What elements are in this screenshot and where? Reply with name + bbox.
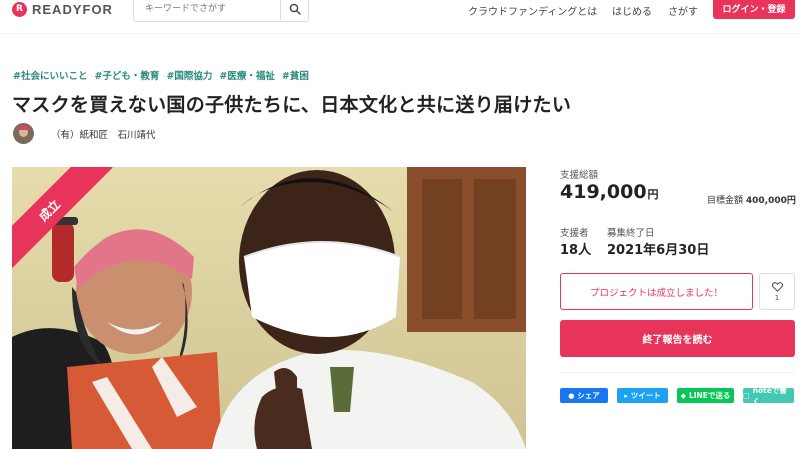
tag-children-education[interactable]: #子ども・教育	[94, 68, 159, 82]
success-ribbon-label: 成立	[12, 167, 113, 274]
share-note-button[interactable]: ▢ noteで書く	[743, 386, 794, 406]
site-header: R READYFOR クラウドファンディングとは はじめる さがす ログイン・登…	[0, 0, 800, 34]
nav-about-crowdfunding[interactable]: クラウドファンディングとは	[468, 3, 597, 18]
favorite-button[interactable]: 1	[759, 273, 795, 310]
total-value: 419,000	[560, 181, 647, 203]
logo-text: READYFOR	[32, 1, 113, 17]
twitter-icon: ▸	[624, 391, 628, 400]
project-title: マスクを買えない国の子供たちに、日本文化と共に送り届けたい	[12, 94, 572, 116]
favorite-count: 1	[774, 293, 780, 302]
total-unit: 円	[647, 188, 659, 201]
share-note-label: noteで書く	[752, 385, 787, 406]
supporters-value: 18人	[560, 243, 592, 258]
search-input[interactable]	[134, 0, 279, 20]
share-twitter-button[interactable]: ▸ ツイート	[617, 388, 668, 403]
share-line-label: LINEで送る	[688, 391, 731, 400]
login-register-button[interactable]: ログイン・登録	[713, 0, 795, 19]
success-ribbon: 成立	[12, 167, 122, 277]
facebook-icon: ●	[568, 391, 575, 400]
search-icon	[289, 3, 301, 15]
tag-international[interactable]: #国際協力	[166, 68, 212, 82]
tag-medical-welfare[interactable]: #医療・福祉	[219, 68, 274, 82]
goal-amount: 目標金額 400,000円	[707, 193, 796, 206]
project-tags: #社会にいいこと #子ども・教育 #国際協力 #医療・福祉 #貧困	[13, 68, 309, 82]
supporters-label: 支援者	[560, 228, 589, 239]
end-date-label: 募集終了日	[607, 228, 655, 239]
read-final-report-button[interactable]: 終了報告を読む	[560, 320, 795, 357]
project-author[interactable]: （有）紙和匠 石川靖代	[13, 123, 156, 144]
share-twitter-label: ツイート	[630, 391, 661, 400]
line-icon: ◆	[680, 391, 686, 400]
note-icon: ▢	[743, 391, 750, 400]
share-facebook-button[interactable]: ● シェア	[560, 388, 608, 403]
avatar	[13, 123, 34, 144]
search-button[interactable]	[280, 0, 308, 21]
project-image: 成立	[12, 167, 526, 449]
readyfor-logo[interactable]: R READYFOR	[12, 1, 113, 17]
total-amount: 419,000円	[560, 181, 659, 203]
logo-mark-icon: R	[12, 1, 27, 17]
total-label: 支援総額	[560, 170, 599, 181]
nav-start[interactable]: はじめる	[612, 3, 652, 18]
tag-poverty[interactable]: #貧困	[282, 68, 309, 82]
heart-icon	[771, 281, 783, 292]
tag-social-good[interactable]: #社会にいいこと	[13, 68, 87, 82]
share-facebook-label: シェア	[577, 391, 600, 400]
nav-find[interactable]: さがす	[668, 3, 698, 18]
author-name: （有）紙和匠 石川靖代	[51, 129, 156, 141]
share-line-button[interactable]: ◆ LINEで送る	[677, 388, 734, 403]
end-date-value: 2021年6月30日	[607, 243, 710, 258]
goal-value: 400,000円	[745, 196, 796, 206]
goal-label: 目標金額	[707, 196, 744, 206]
divider	[560, 372, 795, 373]
project-success-button[interactable]: プロジェクトは成立しました！	[560, 273, 753, 310]
search-box	[133, 0, 309, 22]
